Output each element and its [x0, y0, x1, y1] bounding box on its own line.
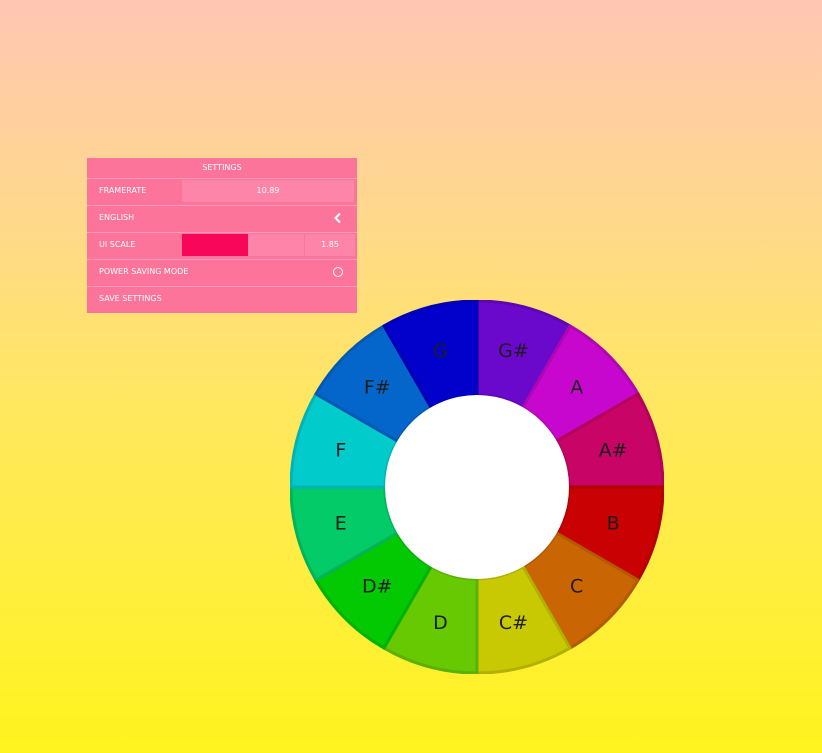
save-settings-label: SAVE SETTINGS	[99, 294, 162, 303]
wheel-center	[385, 395, 569, 579]
power-saving-row[interactable]: POWER SAVING MODE	[87, 259, 357, 284]
ui-scale-row: UI SCALE 1.85	[87, 232, 357, 257]
settings-panel: SETTINGS FRAMERATE 10.89 ENGLISH UI SCAL…	[87, 158, 357, 313]
language-label: ENGLISH	[99, 213, 135, 222]
power-saving-label: POWER SAVING MODE	[99, 267, 189, 276]
ui-scale-slider-fill	[182, 234, 248, 256]
framerate-label: FRAMERATE	[99, 186, 147, 195]
ui-scale-label: UI SCALE	[99, 240, 136, 249]
note-wheel: G#AA#BCC#DD#EFF#G	[290, 300, 664, 674]
settings-title: SETTINGS	[202, 163, 242, 172]
power-saving-toggle[interactable]	[333, 267, 343, 277]
ui-scale-slider[interactable]	[182, 234, 304, 256]
chevron-left-icon[interactable]	[333, 212, 343, 224]
ui-scale-value[interactable]: 1.85	[305, 234, 355, 256]
framerate-row: FRAMERATE 10.89	[87, 178, 357, 203]
framerate-field[interactable]: 10.89	[182, 180, 354, 202]
language-row[interactable]: ENGLISH	[87, 205, 357, 230]
